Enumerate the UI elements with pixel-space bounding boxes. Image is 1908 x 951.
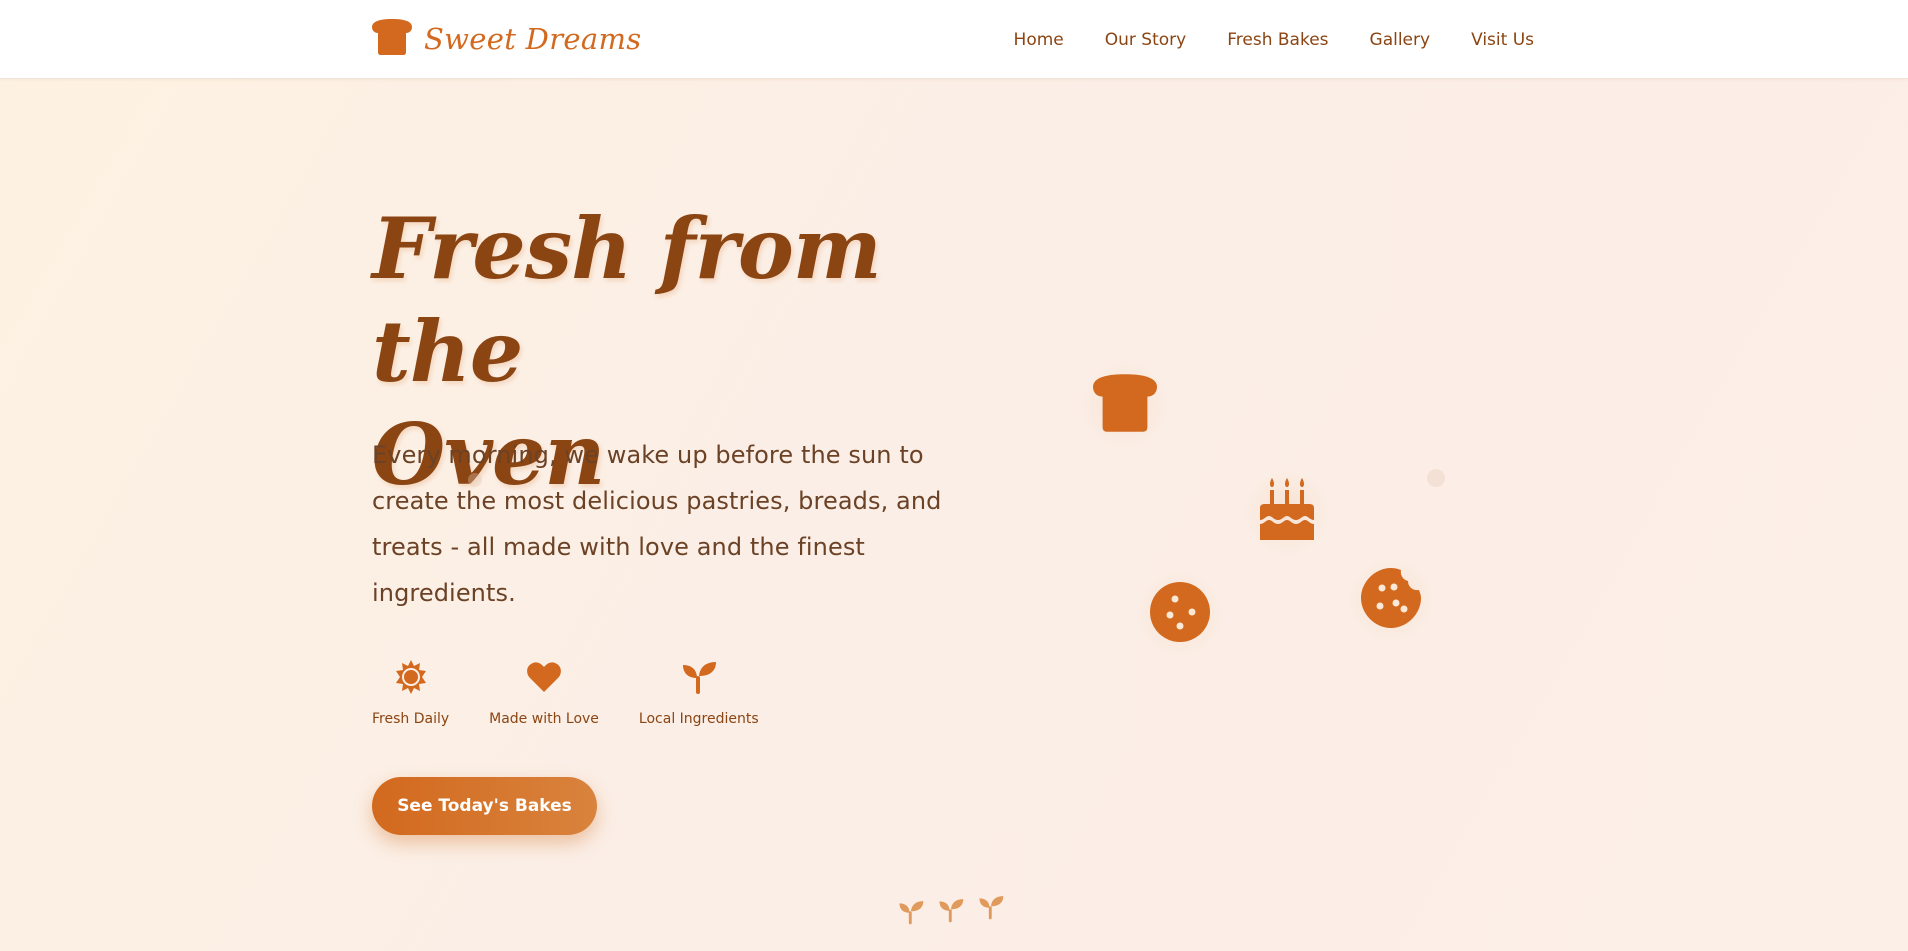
bread-icon: [372, 19, 412, 59]
feature-local-ingredients: Local Ingredients: [639, 657, 759, 727]
nav-visit-us-link[interactable]: Visit Us: [1471, 30, 1534, 50]
feature-label: Local Ingredients: [638, 711, 759, 727]
bread-icon: [1093, 374, 1157, 436]
feature-fresh-daily: Fresh Daily: [372, 657, 449, 727]
see-todays-bakes-button[interactable]: See Today's Bakes: [372, 777, 597, 835]
nav-gallery-link[interactable]: Gallery: [1370, 30, 1431, 50]
floating-bread: [1080, 360, 1170, 450]
cookie-bite-icon: [1360, 567, 1422, 633]
decor-dot: [468, 473, 482, 487]
nav-fresh-bakes-link[interactable]: Fresh Bakes: [1227, 30, 1328, 50]
brand-logo[interactable]: Sweet Dreams: [372, 18, 641, 60]
heart-icon: [524, 657, 564, 697]
feature-label: Made with Love: [489, 711, 599, 727]
cookie-icon: [1150, 582, 1210, 646]
hero-section: Fresh from the Oven Every morning, we wa…: [0, 79, 1908, 951]
brand-name: Sweet Dreams: [424, 22, 642, 56]
floating-cake: [1242, 468, 1332, 558]
hero-description: Every morning, we wake up before the sun…: [372, 441, 942, 607]
hero-title-line-1: Fresh from the: [372, 199, 882, 401]
nav-our-story-link[interactable]: Our Story: [1105, 30, 1186, 50]
navbar: Sweet Dreams Home Our Story Fresh Bakes …: [0, 0, 1908, 79]
seedling-icon: [938, 897, 964, 929]
floating-cookie: [1135, 569, 1225, 659]
birthday-cake-icon: [1258, 478, 1316, 548]
seedling-icon: [679, 657, 719, 697]
bottom-decor: [898, 896, 1004, 929]
feature-made-with-love: Made with Love: [489, 657, 599, 727]
seedling-icon: [978, 894, 1004, 929]
seedling-icon: [898, 899, 924, 929]
feature-list: Fresh Daily Made with Love Local Ingredi…: [372, 657, 759, 727]
nav-home-link[interactable]: Home: [1014, 30, 1064, 50]
main-nav: Home Our Story Fresh Bakes Gallery Visit…: [1014, 0, 1534, 79]
feature-label: Fresh Daily: [372, 711, 450, 727]
floating-cookie-bite: [1346, 555, 1436, 645]
sun-icon: [391, 657, 431, 697]
decor-dot: [1427, 469, 1445, 487]
